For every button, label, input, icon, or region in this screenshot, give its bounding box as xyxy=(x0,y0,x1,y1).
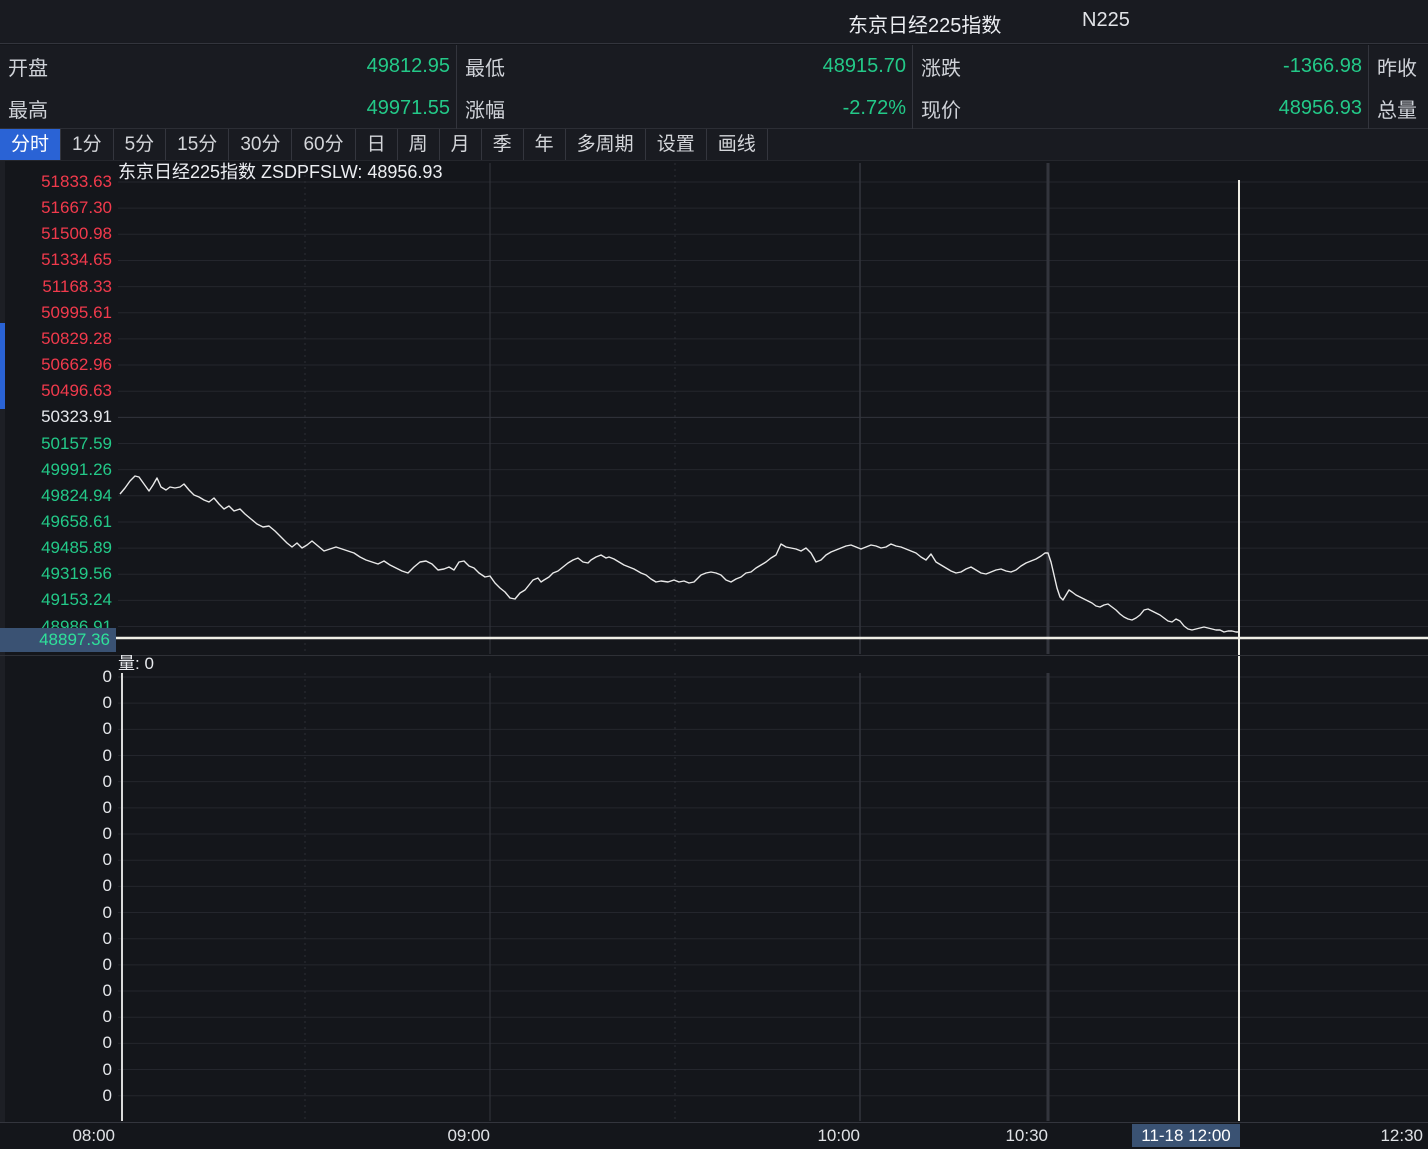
price-axis-label: 49153.24 xyxy=(4,589,112,611)
time-axis-label: 09:00 xyxy=(394,1126,490,1146)
volume-axis-label: 0 xyxy=(4,954,112,976)
time-axis-label: 08:00 xyxy=(19,1126,115,1146)
price-axis-label: 49658.61 xyxy=(4,511,112,533)
volume-axis-label: 0 xyxy=(4,745,112,767)
volume-axis-label: 0 xyxy=(4,823,112,845)
volume-axis-label: 0 xyxy=(4,875,112,897)
crosshair-time-badge: 11-18 12:00 xyxy=(1132,1124,1240,1147)
stock-chart-window: 东京日经225指数 N225 开盘49812.95最高49971.55最低489… xyxy=(0,0,1428,1149)
price-axis-label: 51833.63 xyxy=(4,171,112,193)
volume-axis-label: 0 xyxy=(4,849,112,871)
price-axis-label: 50323.91 xyxy=(4,406,112,428)
volume-axis-label: 0 xyxy=(4,980,112,1002)
volume-axis-label: 0 xyxy=(4,666,112,688)
volume-axis-label: 0 xyxy=(4,1032,112,1054)
volume-axis-label: 0 xyxy=(4,718,112,740)
time-axis-label: 12:30 xyxy=(1327,1126,1423,1146)
price-axis-label: 51168.33 xyxy=(4,276,112,298)
time-axis-label: 10:30 xyxy=(952,1126,1048,1146)
crosshair-price-badge: 48897.36 xyxy=(0,628,116,652)
volume-axis-label: 0 xyxy=(4,1085,112,1107)
price-axis-label: 50157.59 xyxy=(4,433,112,455)
volume-axis-label: 0 xyxy=(4,692,112,714)
price-axis-label: 51500.98 xyxy=(4,223,112,245)
price-axis-label: 50496.63 xyxy=(4,380,112,402)
price-axis-label: 49991.26 xyxy=(4,459,112,481)
price-axis-label: 51334.65 xyxy=(4,249,112,271)
volume-axis-label: 0 xyxy=(4,1059,112,1081)
price-line xyxy=(120,476,1239,632)
price-axis-label: 51667.30 xyxy=(4,197,112,219)
price-axis-label: 49485.89 xyxy=(4,537,112,559)
volume-readout: 量: 0 xyxy=(118,654,154,674)
time-axis-label: 10:00 xyxy=(764,1126,860,1146)
price-axis-label: 49319.56 xyxy=(4,563,112,585)
volume-axis-label: 0 xyxy=(4,1006,112,1028)
chart-title: 东京日经225指数 ZSDPFSLW: 48956.93 xyxy=(118,161,442,183)
volume-axis-label: 0 xyxy=(4,902,112,924)
price-volume-separator xyxy=(0,655,1428,656)
volume-axis-label: 0 xyxy=(4,771,112,793)
volume-axis-label: 0 xyxy=(4,797,112,819)
price-axis-label: 49824.94 xyxy=(4,485,112,507)
volume-timeaxis-separator xyxy=(0,1122,1428,1123)
price-axis-label: 50662.96 xyxy=(4,354,112,376)
price-axis-label: 50829.28 xyxy=(4,328,112,350)
price-axis-label: 50995.61 xyxy=(4,302,112,324)
volume-axis-label: 0 xyxy=(4,928,112,950)
